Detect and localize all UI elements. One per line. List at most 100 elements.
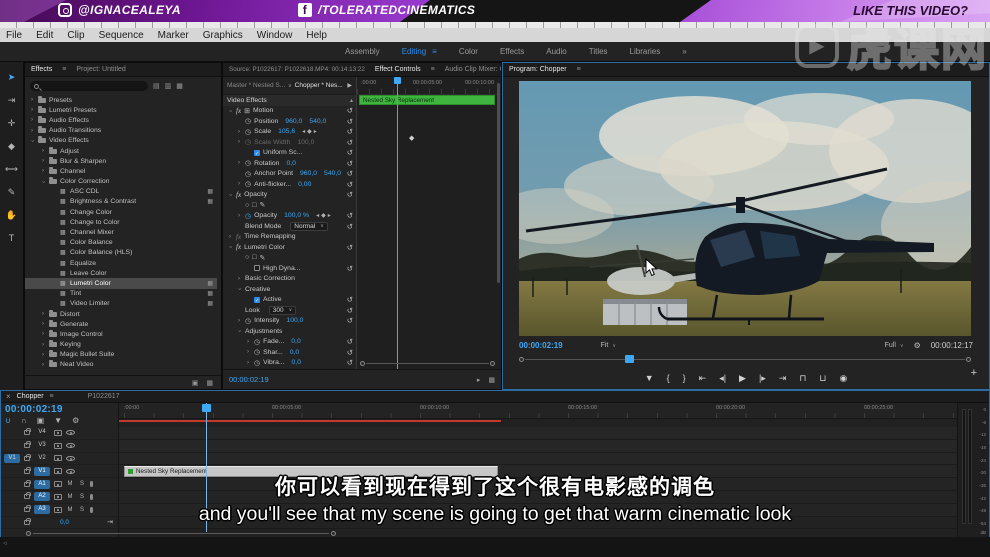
zoom-bar-left-knob[interactable]	[360, 361, 365, 366]
timeline-playhead-cap[interactable]	[202, 404, 211, 412]
track-lane-a2[interactable]	[119, 491, 957, 504]
effects-tree-item-channel[interactable]: › Channel	[25, 166, 217, 176]
lock-icon[interactable]	[24, 441, 31, 449]
ec-row-lumetri-color[interactable]: › fx Lumetri Color ↺	[223, 242, 356, 253]
step-back-icon[interactable]: ◂|	[719, 373, 726, 384]
expand-icon[interactable]: ›	[40, 342, 46, 348]
master-clip-label[interactable]: Master * Nested S...	[227, 82, 285, 89]
reset-parameter-icon[interactable]: ↺	[347, 337, 353, 346]
timeline-timecode[interactable]: 00:00:02:19	[5, 404, 63, 415]
menu-item-file[interactable]: File	[6, 30, 22, 41]
ec-row-fade[interactable]: › ◷ Fade... 0,0 ↺	[223, 337, 356, 348]
play-icon[interactable]: ▶	[739, 373, 746, 384]
ec-row-opacity[interactable]: › ◷ Opacity 100,0 % ◂ ◆ ▸ ↺	[223, 211, 356, 222]
voiceover-mic-icon[interactable]	[90, 493, 93, 500]
ripple-edit-tool-icon[interactable]: ✛	[4, 116, 20, 130]
stopwatch-icon[interactable]: ◷	[245, 180, 251, 188]
stopwatch-icon[interactable]: ◷	[245, 170, 251, 178]
track-target-v1[interactable]: V1	[34, 466, 50, 476]
track-target-v2[interactable]: V2	[34, 454, 50, 463]
program-scrub-bar[interactable]	[519, 355, 971, 363]
toggle-track-output-eye-icon[interactable]	[66, 455, 75, 461]
track-lane-a1[interactable]	[119, 478, 957, 491]
effects-tree-item-lumetri-presets[interactable]: › Lumetri Presets	[25, 105, 217, 115]
track-select-forward-tool-icon[interactable]: ⇥	[4, 93, 20, 107]
workspace-tab-titles[interactable]: Titles	[589, 47, 608, 56]
lock-icon[interactable]	[24, 492, 31, 500]
expand-icon[interactable]: ›	[40, 321, 46, 327]
new-custom-bin-icon[interactable]: ▣	[192, 379, 199, 387]
mute-button[interactable]: M	[66, 481, 74, 487]
program-current-timecode[interactable]: 00:00:02:19	[519, 341, 563, 350]
ec-row-video-effects[interactable]: Video Effects ▴	[223, 95, 356, 106]
reset-parameter-icon[interactable]: ↺	[347, 180, 353, 189]
effects-tree-item-asc-cdl[interactable]: ▩ ASC CDL ▦	[25, 187, 217, 197]
expand-icon[interactable]: ›	[236, 213, 242, 219]
reset-parameter-icon[interactable]: ↺	[347, 159, 353, 168]
reset-parameter-icon[interactable]: ↺	[347, 306, 353, 315]
expand-icon[interactable]: ›	[236, 129, 242, 135]
track-header-a1[interactable]: A1 M S	[1, 478, 119, 491]
next-keyframe-icon[interactable]: ▸	[314, 128, 317, 135]
expand-icon[interactable]: ›	[236, 318, 242, 324]
expand-icon[interactable]: ›	[40, 148, 46, 154]
prev-keyframe-icon[interactable]: ◂	[316, 212, 319, 219]
effects-tree-item-lumetri-color[interactable]: ▩ Lumetri Color ▦	[25, 278, 217, 289]
effects-tree-item-tint[interactable]: ▩ Tint ▦	[25, 289, 217, 299]
hand-tool-icon[interactable]: ✋	[4, 208, 20, 222]
reset-parameter-icon[interactable]: ↺	[347, 358, 353, 367]
effects-tree-item-color-balance[interactable]: ▩ Color Balance	[25, 238, 217, 248]
ec-row-shapes[interactable]: ○ □ ✎	[223, 253, 356, 264]
tab-audio-clip-mixer[interactable]: Audio Clip Mixer: C	[445, 66, 501, 73]
lift-icon[interactable]: ⊓	[799, 373, 806, 384]
reset-parameter-icon[interactable]: ↺	[347, 117, 353, 126]
effects-tree-item-video-limiter[interactable]: ▩ Video Limiter ▦	[25, 299, 217, 309]
effects-tree-item-image-control[interactable]: › Image Control	[25, 329, 217, 339]
nest-indicator-icon[interactable]: ▣	[37, 416, 45, 425]
solo-button[interactable]: S	[78, 481, 86, 487]
zoom-level-dropdown[interactable]: Fit ∨	[601, 342, 616, 349]
lock-icon[interactable]	[24, 428, 31, 436]
track-header-v1[interactable]: V1	[1, 465, 119, 479]
mask-rectangle-icon[interactable]: □	[252, 254, 256, 261]
panel-menu-icon[interactable]: ≡	[577, 66, 581, 73]
extract-icon[interactable]: ⊔	[819, 373, 826, 384]
collapse-icon[interactable]: ›	[227, 192, 233, 198]
tab-effect-controls[interactable]: Effect Controls	[375, 66, 421, 73]
collapse-icon[interactable]: ›	[40, 179, 46, 185]
ec-row-blend-mode[interactable]: Blend Mode Normal ∨ ↺	[223, 221, 356, 232]
expand-icon[interactable]: ›	[227, 234, 233, 240]
reset-parameter-icon[interactable]: ↺	[347, 127, 353, 136]
timeline-settings-wrench-icon[interactable]: ⚙	[72, 416, 79, 425]
ec-row-shapes[interactable]: ○ □ ✎	[223, 200, 356, 211]
dropdown-blend-mode[interactable]: Normal ∨	[290, 222, 328, 231]
track-header-v3[interactable]: V3	[1, 440, 119, 453]
checkbox-icon[interactable]: ✓	[254, 296, 260, 304]
expand-icon[interactable]: ›	[245, 349, 251, 355]
voiceover-mic-icon[interactable]	[90, 506, 93, 513]
menu-item-edit[interactable]: Edit	[36, 30, 53, 41]
track-header-v2[interactable]: V1 V2	[1, 453, 119, 466]
track-lane-v3[interactable]	[119, 439, 957, 453]
workspace-tab-assembly[interactable]: Assembly	[345, 47, 380, 56]
property-value[interactable]: 0,0	[291, 338, 300, 345]
scrollbar-right-knob[interactable]	[331, 530, 336, 536]
export-frame-icon[interactable]: ◉	[839, 373, 847, 384]
reset-parameter-icon[interactable]: ↺	[347, 243, 353, 252]
add-keyframe-icon[interactable]: ◆	[307, 128, 312, 135]
stopwatch-icon[interactable]: ◷	[254, 338, 260, 346]
ec-row-look[interactable]: Look 300 ∨ ↺	[223, 305, 356, 316]
delete-bin-icon[interactable]: ▦	[206, 379, 213, 387]
ec-row-motion[interactable]: › fx ⊞ Motion ↺	[223, 106, 356, 117]
track-header-master[interactable]: 0,0 ⇥	[1, 517, 119, 530]
expand-icon[interactable]: ›	[236, 181, 242, 187]
mute-button[interactable]: M	[66, 507, 74, 513]
menu-item-window[interactable]: Window	[257, 30, 293, 41]
add-marker-icon[interactable]: ▼	[645, 373, 654, 383]
property-value[interactable]: 960,0	[285, 118, 302, 125]
workspace-menu-icon[interactable]: ≡	[432, 47, 437, 56]
ec-row-scale[interactable]: › ◷ Scale 105,6 ◂ ◆ ▸ ↺	[223, 127, 356, 138]
lock-icon[interactable]	[24, 505, 31, 513]
effects-tree-item-video-effects[interactable]: › Video Effects	[25, 136, 217, 146]
stopwatch-icon[interactable]: ◷	[245, 159, 251, 167]
